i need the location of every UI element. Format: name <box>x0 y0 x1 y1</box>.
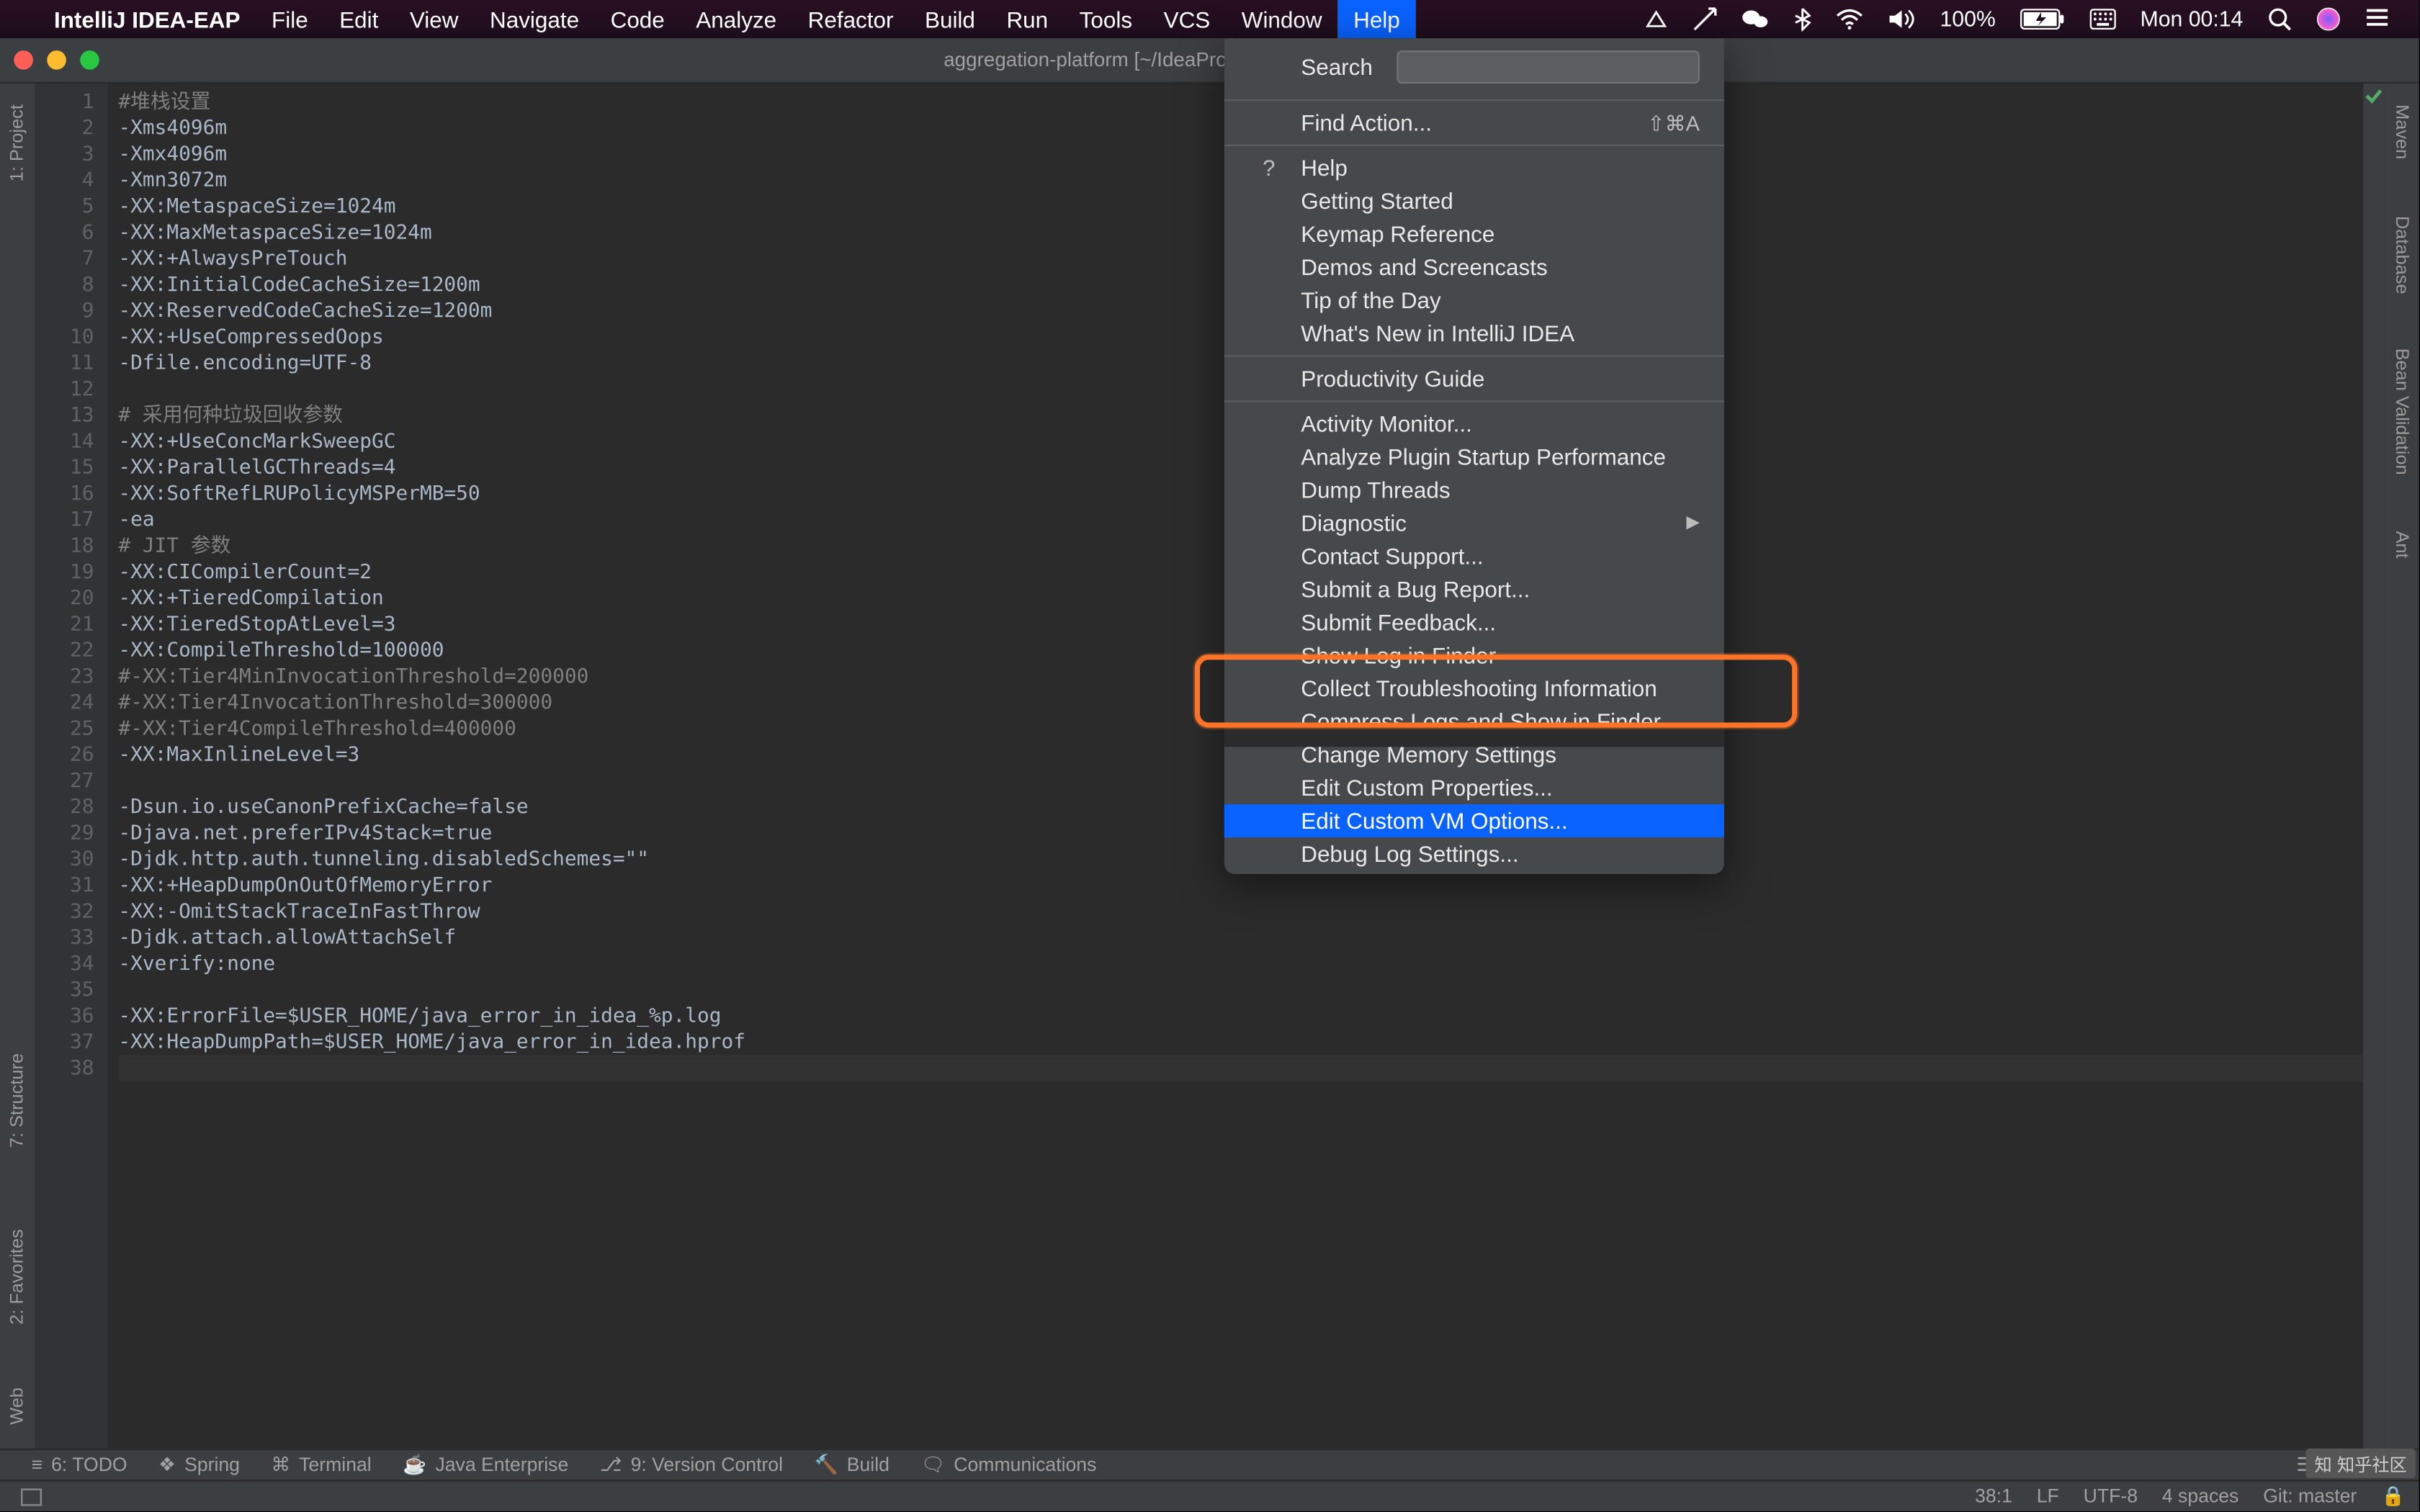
help-item[interactable]: Show Log in Finder <box>1224 639 1724 672</box>
tool-terminal[interactable]: ⌘ Terminal <box>271 1454 371 1476</box>
menu-tools[interactable]: Tools <box>1064 0 1148 38</box>
java-enterprise-icon: ☕ <box>403 1454 426 1476</box>
status-lock-icon[interactable]: 🔒 <box>2381 1485 2405 1508</box>
watermark-badge: 知 知乎社区 <box>2305 1449 2415 1478</box>
tool-javaenterprise[interactable]: ☕ Java Enterprise <box>403 1454 568 1476</box>
spring-icon: ❖ <box>158 1454 176 1476</box>
help-menu-dropdown: Search Find Action... ⇧⌘A ?HelpGetting S… <box>1224 38 1724 874</box>
status-keyboard-icon[interactable] <box>2077 0 2128 38</box>
mac-menubar: IntelliJ IDEA-EAP File Edit View Navigat… <box>0 0 2419 38</box>
tool-ant[interactable]: Ant <box>2388 518 2416 573</box>
shortcut-label: ⇧⌘A <box>1647 111 1700 135</box>
help-item[interactable]: Collect Troubleshooting Information <box>1224 672 1724 705</box>
help-item[interactable]: Edit Custom VM Options... <box>1224 804 1724 837</box>
help-item[interactable]: ?Help <box>1224 151 1724 184</box>
menu-edit[interactable]: Edit <box>323 0 394 38</box>
help-item[interactable]: Submit a Bug Report... <box>1224 573 1724 606</box>
menu-file[interactable]: File <box>256 0 323 38</box>
menu-window[interactable]: Window <box>1226 0 1337 38</box>
menu-refactor[interactable]: Refactor <box>792 0 909 38</box>
right-tool-strip: Maven Database Bean Validation Ant <box>2384 84 2419 1449</box>
tool-spring[interactable]: ❖ Spring <box>158 1454 240 1476</box>
status-send-icon[interactable] <box>1680 0 1729 38</box>
zhihu-icon: 知 <box>2315 1450 2332 1476</box>
status-bar: 38:1 LF UTF-8 4 spaces Git: master 🔒 <box>0 1480 2419 1511</box>
help-item[interactable]: Edit Custom Properties... <box>1224 771 1724 804</box>
status-wifi-icon[interactable] <box>1823 0 1876 38</box>
traffic-close-icon[interactable] <box>14 50 33 70</box>
menu-analyze[interactable]: Analyze <box>681 0 792 38</box>
menu-app[interactable]: IntelliJ IDEA-EAP <box>38 0 256 38</box>
status-siri-icon[interactable] <box>2304 0 2353 38</box>
status-indent[interactable]: 4 spaces <box>2162 1486 2238 1507</box>
traffic-minimize-icon[interactable] <box>47 50 66 70</box>
status-battery-pct[interactable]: 100% <box>1928 0 2008 38</box>
tool-build[interactable]: 🔨 Build <box>815 1454 889 1476</box>
status-clock[interactable]: Mon 00:14 <box>2128 0 2256 38</box>
tool-structure[interactable]: 7: Structure <box>4 1040 32 1163</box>
status-encoding[interactable]: UTF-8 <box>2084 1486 2138 1507</box>
editor[interactable]: 1234567891011121314151617181920212223242… <box>35 84 2384 1449</box>
tool-communications[interactable]: 🗨 Communications <box>920 1454 1096 1476</box>
window-navbar: aggregation-platform [~/IdeaProjects/kan… <box>0 38 2419 84</box>
menu-view[interactable]: View <box>394 0 474 38</box>
menu-vcs[interactable]: VCS <box>1148 0 1226 38</box>
build-icon: 🔨 <box>815 1454 838 1476</box>
menu-navigate[interactable]: Navigate <box>474 0 595 38</box>
status-spotlight-icon[interactable] <box>2255 0 2304 38</box>
menu-code[interactable]: Code <box>595 0 681 38</box>
left-tool-strip: 1: Project 7: Structure 2: Favorites Web <box>0 84 35 1449</box>
submenu-arrow-icon: ▶ <box>1686 513 1700 533</box>
help-search-label: Search <box>1301 54 1373 80</box>
editor-gutter: 1234567891011121314151617181920212223242… <box>35 84 108 1449</box>
status-tray-icon[interactable] <box>1632 0 1681 38</box>
window-title: aggregation-platform [~/IdeaProjects/kan… <box>0 50 2419 71</box>
help-search-input[interactable] <box>1397 50 1700 84</box>
traffic-zoom-icon[interactable] <box>80 50 99 70</box>
bottom-tool-strip: ≡ 6: TODO ❖ Spring ⌘ Terminal ☕ Java Ent… <box>0 1449 2419 1480</box>
help-question-icon: ? <box>1263 155 1275 181</box>
help-item[interactable]: Keymap Reference <box>1224 217 1724 251</box>
toolwindow-toggle-icon[interactable] <box>21 1488 42 1505</box>
communications-icon: 🗨 <box>920 1454 945 1476</box>
tool-todo[interactable]: ≡ 6: TODO <box>32 1454 127 1475</box>
help-item[interactable]: What's New in IntelliJ IDEA <box>1224 317 1724 350</box>
status-volume-icon[interactable] <box>1876 0 1928 38</box>
help-find-action[interactable]: Find Action... ⇧⌘A <box>1224 106 1724 139</box>
status-git-branch[interactable]: Git: master <box>2263 1486 2357 1507</box>
help-item[interactable]: Dump Threads <box>1224 474 1724 507</box>
tool-web[interactable]: Web <box>4 1373 32 1438</box>
tool-vcs[interactable]: ⎇ 9: Version Control <box>600 1454 783 1476</box>
vcs-icon: ⎇ <box>600 1454 622 1476</box>
status-wechat-icon[interactable] <box>1729 0 1782 38</box>
help-item[interactable]: Debug Log Settings... <box>1224 837 1724 870</box>
terminal-icon: ⌘ <box>271 1454 290 1476</box>
menu-run[interactable]: Run <box>991 0 1064 38</box>
tool-database[interactable]: Database <box>2388 201 2416 307</box>
help-item[interactable]: Demos and Screencasts <box>1224 251 1724 284</box>
status-battery-icon[interactable] <box>2008 0 2078 38</box>
tool-favorites[interactable]: 2: Favorites <box>4 1215 32 1338</box>
status-notifications-icon[interactable] <box>2353 0 2402 38</box>
help-item[interactable]: Getting Started <box>1224 184 1724 217</box>
help-item[interactable]: Productivity Guide <box>1224 362 1724 395</box>
tool-project[interactable]: 1: Project <box>4 91 32 196</box>
inspection-ok-icon <box>2365 87 2383 104</box>
help-item[interactable]: Diagnostic▶ <box>1224 507 1724 540</box>
status-bluetooth-icon[interactable] <box>1781 0 1823 38</box>
apple-menu-icon[interactable] <box>17 0 38 38</box>
help-item[interactable]: Tip of the Day <box>1224 284 1724 317</box>
status-caret-pos[interactable]: 38:1 <box>1975 1486 2012 1507</box>
status-eol[interactable]: LF <box>2037 1486 2059 1507</box>
editor-error-stripe[interactable] <box>2363 84 2384 1449</box>
menu-build[interactable]: Build <box>909 0 990 38</box>
help-item[interactable]: Analyze Plugin Startup Performance <box>1224 441 1724 474</box>
tool-maven[interactable]: Maven <box>2388 91 2416 174</box>
tool-beanvalidation[interactable]: Bean Validation <box>2388 335 2416 490</box>
todo-icon: ≡ <box>32 1454 43 1475</box>
help-item[interactable]: Activity Monitor... <box>1224 408 1724 441</box>
help-item[interactable]: Contact Support... <box>1224 540 1724 573</box>
help-item[interactable]: Submit Feedback... <box>1224 606 1724 639</box>
menu-help[interactable]: Help <box>1337 0 1415 38</box>
